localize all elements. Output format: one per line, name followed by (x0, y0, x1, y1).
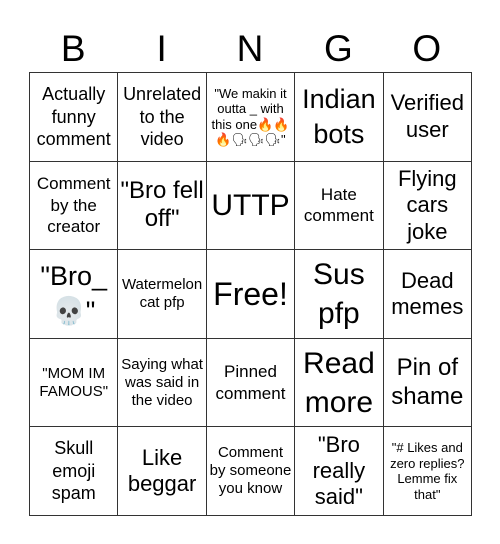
bingo-cell[interactable]: Sus pfp (295, 250, 384, 339)
cell-text: Saying what was said in the video (121, 355, 203, 409)
bingo-cell[interactable]: "Bro_ 💀" (30, 250, 119, 339)
cell-text: "Bro_ 💀" (40, 260, 107, 326)
cell-text: Comment by someone you know (209, 444, 292, 498)
bingo-cell[interactable]: Pinned comment (206, 338, 296, 428)
cell-text: Pin of shame (391, 353, 464, 410)
cell-text: Pinned comment (215, 361, 286, 403)
cell-text: "# Likes and zero replies? Lemme fix tha… (390, 440, 465, 502)
bingo-cell[interactable]: Watermelon cat pfp (118, 250, 207, 339)
header-letter-n: N (236, 28, 264, 69)
cell-text: UTTP (211, 188, 290, 222)
bingo-cell[interactable]: Verified user (383, 73, 472, 162)
free-space-cell[interactable]: Free! (206, 250, 296, 339)
cell-text: Unrelated to the video (123, 84, 202, 150)
header-letter-g: G (324, 28, 353, 69)
cell-text: Comment by the creator (36, 173, 111, 237)
cell-text: "We makin it outta _ with this one🔥🔥🔥🗣🗣🗣… (211, 85, 290, 148)
cell-text: Indian bots (302, 83, 376, 149)
cell-text: Flying cars joke (397, 165, 457, 244)
bingo-cell[interactable]: Comment by someone you know (206, 427, 296, 516)
cell-text: Hate comment (303, 184, 374, 226)
bingo-cell[interactable]: Comment by the creator (30, 161, 119, 251)
cell-text: Read more (303, 346, 375, 419)
bingo-cell[interactable]: Read more (295, 338, 384, 428)
cell-text: Sus pfp (313, 257, 365, 330)
cell-text: Dead memes (391, 267, 464, 319)
cell-text: "MOM IM FAMOUS" (39, 364, 109, 400)
cell-text: Like beggar (127, 444, 197, 497)
bingo-board: Actually funny comment Unrelated to the … (29, 72, 472, 516)
cell-text: Actually funny comment (36, 84, 111, 150)
bingo-header: B I N G O (29, 25, 471, 72)
cell-text: "Bro really said" (312, 431, 366, 510)
bingo-cell[interactable]: Dead memes (383, 250, 472, 339)
bingo-cell[interactable]: "Bro really said" (295, 427, 384, 516)
bingo-cell[interactable]: "We makin it outta _ with this one🔥🔥🔥🗣🗣🗣… (206, 73, 296, 162)
bingo-cell[interactable]: Pin of shame (383, 338, 472, 428)
bingo-cell[interactable]: Like beggar (118, 427, 207, 516)
bingo-cell[interactable]: Saying what was said in the video (118, 338, 207, 428)
cell-text: Watermelon cat pfp (121, 275, 203, 311)
bingo-cell[interactable]: "Bro fell off" (118, 161, 207, 251)
header-letter-b: B (60, 28, 86, 69)
cell-text: Skull emoji spam (51, 438, 96, 504)
cell-text: Verified user (390, 90, 464, 142)
bingo-cell[interactable]: "# Likes and zero replies? Lemme fix tha… (383, 427, 472, 516)
bingo-cell[interactable]: "MOM IM FAMOUS" (30, 338, 119, 428)
cell-text: Free! (213, 275, 288, 312)
bingo-cell[interactable]: Actually funny comment (30, 73, 119, 162)
header-letter-o: O (412, 28, 442, 69)
bingo-cell[interactable]: Flying cars joke (383, 161, 472, 251)
header-letter-i: I (156, 28, 167, 69)
bingo-cell[interactable]: Skull emoji spam (30, 427, 119, 516)
bingo-cell[interactable]: Indian bots (295, 73, 384, 162)
bingo-cell[interactable]: UTTP (206, 161, 296, 251)
cell-text: "Bro fell off" (120, 176, 204, 233)
bingo-cell[interactable]: Unrelated to the video (118, 73, 207, 162)
bingo-cell[interactable]: Hate comment (295, 161, 384, 251)
